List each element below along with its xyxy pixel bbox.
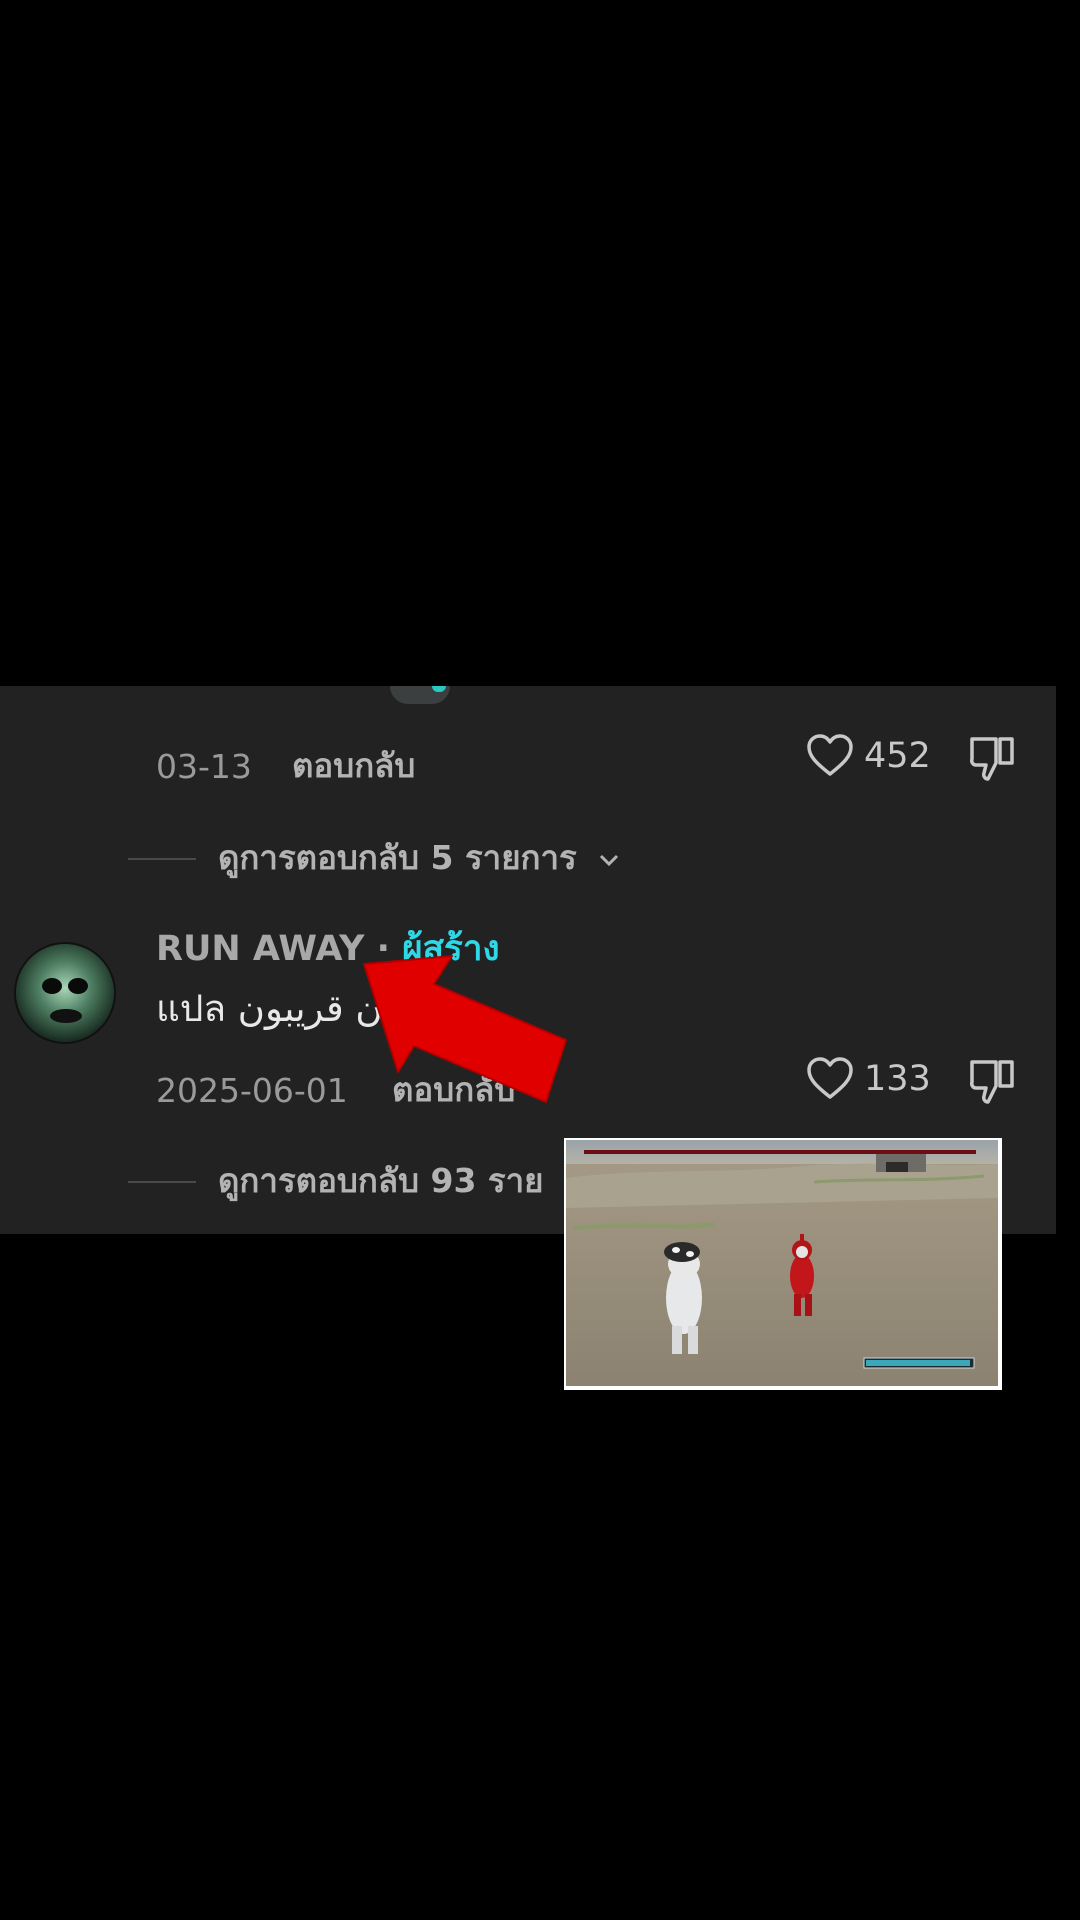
comment-username[interactable]: RUN AWAY [156,929,364,969]
comment-1-date: 03-13 [156,747,252,786]
view-replies-label: ดูการตอบกลับ 5 รายการ [218,838,577,877]
view-replies-button[interactable]: ดูการตอบกลับ 5 รายการ [218,841,620,874]
comment-2-date: 2025-06-01 [156,1071,348,1110]
game-screenshot-overlay [564,1138,1002,1390]
comment-2-like-count: 133 [864,1059,931,1099]
comment-text: แปล ن قريبون [156,987,383,1030]
avatar[interactable] [14,942,116,1044]
thumbs-down-icon[interactable] [968,1056,1016,1106]
heart-icon[interactable] [806,1056,854,1100]
red-arrow-annotation [363,955,567,1103]
heart-icon[interactable] [806,733,854,777]
view-replies-button[interactable]: ดูการตอบกลับ 93 ราย [218,1164,544,1197]
chevron-down-icon [600,854,619,866]
replies-divider [128,1181,196,1183]
comment-1-reply-button[interactable]: ตอบกลับ [292,749,415,782]
comment-1-like-count: 452 [864,736,931,776]
previous-avatar-fragment [390,686,450,704]
thumbs-down-icon[interactable] [968,733,1016,783]
replies-divider [128,858,196,860]
